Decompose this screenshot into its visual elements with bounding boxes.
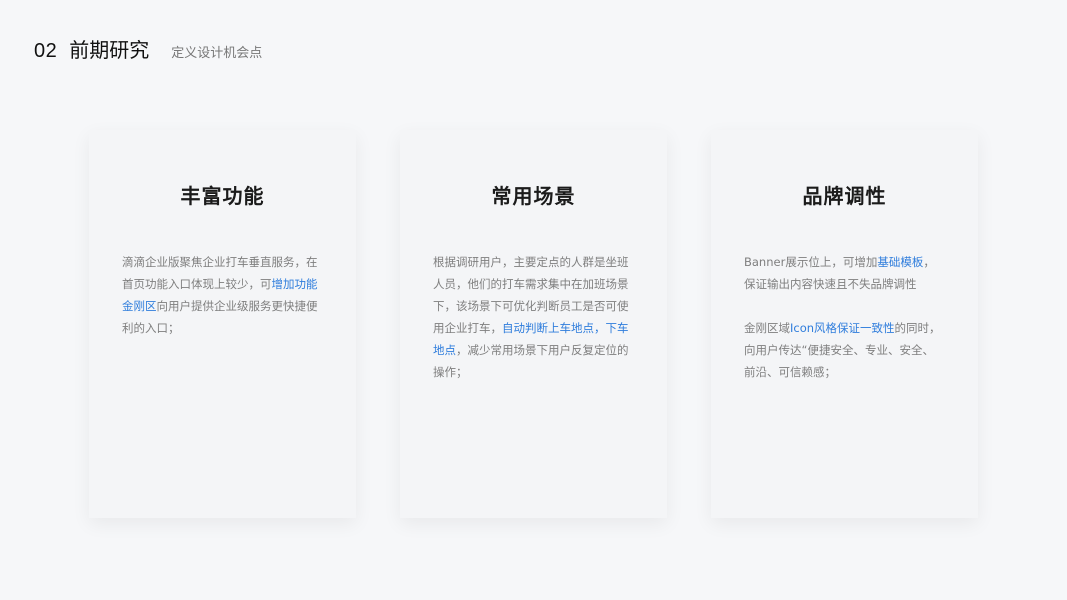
card-title: 丰富功能 — [180, 184, 265, 208]
page-header: 02 前期研究 定义设计机会点 — [34, 34, 262, 63]
card-paragraph: 根据调研用户，主要定点的人群是坐班人员，他们的打车需求集中在加班场景下，该场景下… — [433, 251, 634, 383]
card-body: Banner展示位上，可增加基础模板，保证输出内容快速且不失品牌调性金刚区域Ic… — [744, 251, 945, 383]
card-rich-features: 丰富功能 滴滴企业版聚焦企业打车垂直服务，在首页功能入口体现上较少，可增加功能金… — [89, 130, 356, 518]
card-brand-tone: 品牌调性 Banner展示位上，可增加基础模板，保证输出内容快速且不失品牌调性金… — [711, 130, 978, 518]
card-common-scenarios: 常用场景 根据调研用户，主要定点的人群是坐班人员，他们的打车需求集中在加班场景下… — [400, 130, 667, 518]
body-text: 金刚区域 — [744, 321, 790, 335]
card-body: 滴滴企业版聚焦企业打车垂直服务，在首页功能入口体现上较少，可增加功能金刚区向用户… — [122, 251, 323, 339]
card-body: 根据调研用户，主要定点的人群是坐班人员，他们的打车需求集中在加班场景下，该场景下… — [433, 251, 634, 383]
card-paragraph: 滴滴企业版聚焦企业打车垂直服务，在首页功能入口体现上较少，可增加功能金刚区向用户… — [122, 251, 323, 339]
cards-row: 丰富功能 滴滴企业版聚焦企业打车垂直服务，在首页功能入口体现上较少，可增加功能金… — [89, 130, 978, 518]
highlight-text: Icon风格保证一致性 — [790, 321, 895, 335]
section-subtitle: 定义设计机会点 — [171, 46, 263, 61]
highlight-text: 基础模板 — [877, 255, 924, 269]
card-title: 品牌调性 — [802, 184, 887, 208]
section-title: 前期研究 — [69, 38, 150, 62]
card-title: 常用场景 — [491, 184, 576, 208]
card-paragraph: 金刚区域Icon风格保证一致性的同时，向用户传达“便捷安全、专业、安全、前沿、可… — [744, 317, 945, 383]
section-number: 02 — [34, 40, 58, 62]
body-text: Banner展示位上，可增加 — [744, 255, 878, 269]
body-text: ，减少常用场景下用户反复定位的操作； — [433, 343, 629, 379]
card-paragraph: Banner展示位上，可增加基础模板，保证输出内容快速且不失品牌调性 — [744, 251, 945, 295]
